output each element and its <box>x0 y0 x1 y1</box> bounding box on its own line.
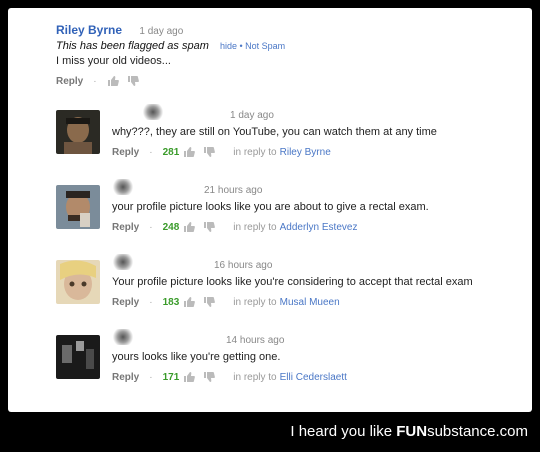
reply-content: 16 hours ago Your profile picture looks … <box>112 254 522 308</box>
reply-meta: 16 hours ago <box>112 254 522 272</box>
spam-flag-links: hide • Not Spam <box>220 41 285 51</box>
reply-date: 1 day ago <box>230 110 274 121</box>
avatar[interactable] <box>56 260 100 304</box>
reply-button[interactable]: Reply <box>112 222 139 233</box>
in-reply-to-link[interactable]: Adderlyn Estevez <box>280 222 358 233</box>
top-comment: Riley Byrne 1 day ago This has been flag… <box>56 23 526 87</box>
reply-button[interactable]: Reply <box>56 76 83 87</box>
thumbs-up-icon[interactable] <box>183 146 196 158</box>
in-reply-to-link[interactable]: Musal Mueen <box>280 297 340 308</box>
reply-button[interactable]: Reply <box>112 372 139 383</box>
reply-date: 16 hours ago <box>214 260 273 271</box>
thumbs-up-icon[interactable] <box>183 371 196 383</box>
in-reply-to-link[interactable]: Riley Byrne <box>280 147 331 158</box>
in-reply-to-link[interactable]: Elli Cederslaett <box>280 372 347 383</box>
reply-content: 1 day ago why???, they are still on YouT… <box>112 104 522 158</box>
separator-dot: · <box>149 146 153 158</box>
reply-actions: Reply · 248 in reply to Adderlyn Estevez <box>112 221 522 233</box>
like-count: 281 <box>162 146 180 158</box>
watermark-footer: I heard you like FUNsubstance.com <box>0 412 540 448</box>
blurred-username <box>142 104 164 120</box>
comment-date: 1 day ago <box>139 26 184 37</box>
thumbs-up-icon[interactable] <box>107 75 119 87</box>
brand-domain: .com <box>495 423 528 440</box>
thumbs-down-icon[interactable] <box>203 146 216 158</box>
reply-actions: Reply · 183 in reply to Musal Mueen <box>112 296 522 308</box>
separator-dot: • <box>239 41 243 51</box>
comments-panel: Riley Byrne 1 day ago This has been flag… <box>8 8 532 412</box>
reply-date: 21 hours ago <box>204 185 263 196</box>
reply-text: why???, they are still on YouTube, you c… <box>112 126 437 138</box>
in-reply-to-label: in reply to <box>233 371 277 383</box>
spam-flag-text: This has been flagged as spam <box>56 40 209 52</box>
blurred-username <box>112 254 134 270</box>
not-spam-link[interactable]: Not Spam <box>245 41 285 51</box>
author-line: Riley Byrne 1 day ago <box>56 23 526 37</box>
reply-button[interactable]: Reply <box>112 297 139 308</box>
reply-text: Your profile picture looks like you're c… <box>112 276 473 288</box>
comment-author-link[interactable]: Riley Byrne <box>56 23 122 37</box>
separator-dot: · <box>149 371 153 383</box>
separator-dot: · <box>149 221 153 233</box>
reply-actions: Reply · 281 in reply to Riley Byrne <box>112 146 522 158</box>
thumbs-up-icon[interactable] <box>183 221 196 233</box>
like-count: 183 <box>162 296 180 308</box>
reply-date: 14 hours ago <box>226 335 285 346</box>
reply-meta: 14 hours ago <box>112 329 522 347</box>
brand-rest: substance <box>427 423 496 440</box>
reply-content: 14 hours ago yours looks like you're get… <box>112 329 522 383</box>
reply-actions: Reply · 171 in reply to Elli Cederslaett <box>112 371 522 383</box>
separator-dot: · <box>93 75 97 87</box>
reply-meta: 1 day ago <box>112 104 522 122</box>
avatar[interactable] <box>56 335 100 379</box>
avatar[interactable] <box>56 110 100 154</box>
in-reply-to-label: in reply to <box>233 296 277 308</box>
hide-link[interactable]: hide <box>220 41 237 51</box>
reply-meta: 21 hours ago <box>112 179 522 197</box>
comment-text: I miss your old videos... <box>56 55 171 67</box>
brand-bold: FUN <box>396 423 428 440</box>
thumbs-down-icon[interactable] <box>203 296 216 308</box>
blurred-username <box>112 329 134 345</box>
blurred-username <box>112 179 134 195</box>
reply-text: your profile picture looks like you are … <box>112 201 429 213</box>
thumbs-down-icon[interactable] <box>203 371 216 383</box>
in-reply-to-label: in reply to <box>233 146 277 158</box>
like-count: 171 <box>162 371 180 383</box>
in-reply-to-label: in reply to <box>233 221 277 233</box>
thumbs-down-icon[interactable] <box>127 75 139 87</box>
comment-actions: Reply · <box>56 75 526 87</box>
avatar[interactable] <box>56 185 100 229</box>
like-count: 248 <box>162 221 180 233</box>
thumbs-down-icon[interactable] <box>203 221 216 233</box>
footer-prefix: I heard you like <box>290 423 397 440</box>
spam-flag-line: This has been flagged as spam hide • Not… <box>56 40 526 52</box>
reply-text: yours looks like you're getting one. <box>112 351 281 363</box>
separator-dot: · <box>149 296 153 308</box>
reply-content: 21 hours ago your profile picture looks … <box>112 179 522 233</box>
thumbs-up-icon[interactable] <box>183 296 196 308</box>
reply-button[interactable]: Reply <box>112 147 139 158</box>
